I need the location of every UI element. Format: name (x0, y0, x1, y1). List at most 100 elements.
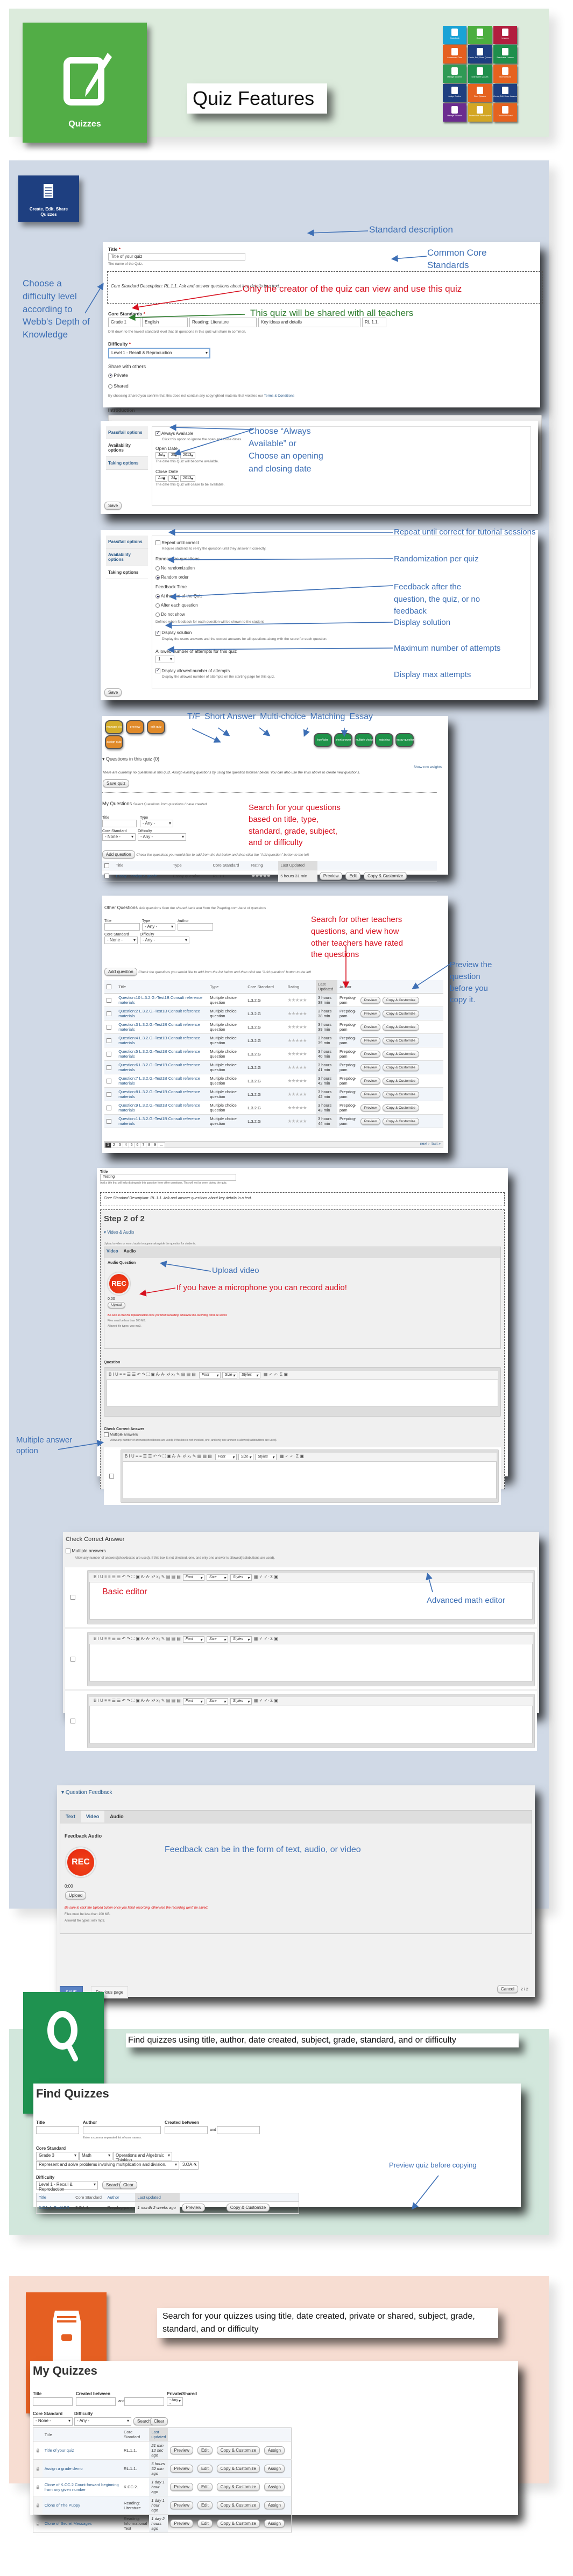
answer-editor[interactable]: B I U ≡ ≡ ☰ ☰ ↶ ↷ ⛶ ▣ A· A· x² x₂ ✎ ▤ ▤ … (87, 1694, 535, 1748)
tab-pass-fail-options[interactable]: Pass/fail options (106, 536, 148, 548)
quiz-title-link[interactable]: 3.OA.4.-Test1OR (36, 2201, 74, 2214)
answer-editor[interactable]: B I U ≡ ≡ ☰ ☰ ↶ ↷ ⛶ ▣ A· A· x² x₂ ✎ ▤ ▤ … (87, 1632, 535, 1686)
row-action-button[interactable]: Preview (319, 871, 343, 880)
editor-toolbar[interactable]: B I U ≡ ≡ ☰ ☰ ↶ ↷ ⛶ ▣ A· A· x² x₂ ✎ ▤ ▤ … (89, 1573, 533, 1582)
size-select[interactable]: Size (206, 1636, 228, 1643)
find-domain-select[interactable]: Operations and Algebraic Thinking (113, 2152, 172, 2163)
media-tab-audio[interactable]: Audio (124, 1249, 136, 1254)
record-button[interactable]: REC (108, 1272, 130, 1295)
answer-textarea[interactable] (123, 1461, 497, 1499)
row-action-button[interactable]: Assign (264, 2519, 285, 2528)
rating-stars[interactable]: ★★★★★ (285, 1007, 316, 1020)
size-select[interactable]: Size (238, 1454, 253, 1460)
styles-select[interactable]: Styles (230, 1698, 252, 1705)
column-header[interactable]: Last Updated (316, 980, 338, 994)
open-date-select[interactable]: 25 (168, 452, 179, 459)
tab-pass-fail-options[interactable]: Pass/fail options (106, 426, 148, 439)
app-grid-tile[interactable]: Lessons (493, 26, 517, 44)
tab-taking-options[interactable]: Taking options (106, 566, 148, 579)
column-header[interactable]: Rating (285, 980, 316, 994)
other-title-input[interactable] (104, 923, 140, 931)
video-audio-toggle[interactable]: ▾ Video & Audio (104, 1230, 501, 1235)
question-editor[interactable]: B I U ≡ ≡ ☰ ☰ ↶ ↷ ⛶ ▣ A· A· x² x₂ ✎ ▤ ▤ … (104, 1367, 501, 1417)
my-core-select[interactable]: - None - (33, 2417, 73, 2426)
font-select[interactable]: Font (182, 1636, 204, 1643)
question-title-link[interactable]: Question:9 L.3.2.G.-Test1B Consult refer… (116, 1101, 208, 1115)
row-action-button[interactable]: Preview (170, 2501, 193, 2509)
tab-availability-options[interactable]: Availability options (106, 548, 148, 566)
column-header[interactable]: Type (171, 861, 211, 870)
row-action-button[interactable]: Preview (170, 2465, 193, 2473)
title-input[interactable]: Title of your quiz (108, 253, 245, 261)
app-grid-tile[interactable]: Manage Students (443, 65, 466, 83)
column-header[interactable]: Last Updated (278, 861, 317, 870)
rating-stars[interactable]: ★★★★★ (285, 993, 316, 1007)
my-title-input[interactable] (33, 2397, 73, 2406)
size-select[interactable]: Size (206, 1574, 228, 1581)
row-checkbox[interactable] (107, 1011, 111, 1016)
core-standard-select[interactable]: Reading: Literature (189, 318, 257, 327)
row-checkbox[interactable] (107, 1105, 111, 1110)
create-quizzes-tile[interactable]: Create, Edit, Share Quizzes (18, 175, 79, 222)
cancel-button[interactable]: Cancel (497, 1985, 518, 1993)
close-date-select[interactable]: Aug (155, 475, 167, 482)
other-core-select[interactable]: - None - (104, 937, 138, 944)
font-select[interactable]: Font (215, 1454, 237, 1460)
app-grid-tile[interactable]: Store Lessons (493, 65, 517, 83)
availability-save-button[interactable]: Save (104, 502, 122, 510)
row-checkbox[interactable] (107, 1038, 111, 1043)
find-author-input[interactable] (83, 2126, 161, 2134)
open-date-select[interactable]: Jul (155, 452, 167, 459)
column-header[interactable]: Core Standard (245, 980, 286, 994)
size-select[interactable]: Size (222, 1372, 237, 1378)
find-cluster-select[interactable]: Represent and solve problems involving m… (36, 2161, 179, 2170)
editor-toolbar[interactable]: B I U ≡ ≡ ☰ ☰ ↶ ↷ ⛶ ▣ A· A· x² x₂ ✎ ▤ ▤ … (89, 1635, 533, 1644)
question-title-link[interactable]: Question:7 L.3.2.G.-Test1B Consult refer… (116, 1074, 208, 1088)
my-created-from-input[interactable] (76, 2397, 116, 2406)
find-difficulty-select[interactable]: Level 1 - Recall & Reproduction (36, 2181, 98, 2192)
media-tab-video[interactable]: Video (107, 1249, 118, 1254)
quiz-title-link[interactable]: Assign a grade demo (42, 2459, 122, 2478)
rating-stars[interactable]: ★★★★★ (285, 1020, 316, 1034)
row-action-button[interactable]: Copy & Customize (364, 871, 407, 880)
question-type-button[interactable]: short answer (334, 733, 352, 747)
font-select[interactable]: Font (182, 1698, 204, 1705)
math-tools[interactable]: ▦ ✓ ✓· Σ ▣ (280, 1454, 304, 1459)
column-header[interactable]: Title (114, 861, 171, 870)
show-row-weights-link[interactable]: Show row weights (414, 765, 442, 769)
share-radio-shared[interactable] (108, 384, 112, 389)
core-standard-select[interactable]: Grade 1 (108, 318, 140, 327)
row-action-button[interactable]: Preview (360, 1010, 381, 1017)
row-action-button[interactable]: Copy & Customize (383, 1104, 419, 1111)
row-checkbox[interactable] (107, 997, 111, 1003)
tab-availability-options[interactable]: Availability options (106, 439, 148, 457)
row-action-button[interactable]: Copy & Customize (383, 996, 419, 1004)
select-all-checkbox[interactable] (104, 863, 109, 868)
column-header[interactable]: Core Standard (73, 2193, 105, 2202)
question-title-link[interactable]: Question:3 L.3.2.G.-Test1B Consult refer… (116, 1020, 208, 1034)
row-checkbox[interactable] (107, 1118, 111, 1124)
row-action-button[interactable]: Assign (264, 2465, 285, 2473)
my-created-to-input[interactable] (124, 2397, 164, 2406)
row-action-button[interactable]: Edit (345, 871, 361, 880)
row-action-button[interactable]: Preview (360, 1023, 381, 1031)
app-grid-tile[interactable]: Create, Edit, Share Lessons (493, 84, 517, 102)
question-title-link[interactable]: Question:4 L.3.2.G.-Test1B Consult refer… (116, 1033, 208, 1047)
rating-stars[interactable]: ★★★★★ (285, 1101, 316, 1115)
formatting-buttons[interactable]: B I U ≡ ≡ ☰ ☰ ↶ ↷ ⛶ ▣ A· A· x² x₂ ✎ ▤ ▤ … (94, 1574, 181, 1579)
feedback-record-button[interactable]: REC (66, 1847, 96, 1877)
row-action-button[interactable]: Preview (360, 1064, 381, 1071)
app-grid-tile[interactable]: Searchable Lessons (493, 45, 517, 64)
open-date-select[interactable]: 2013 (180, 452, 195, 459)
font-select[interactable]: Font (182, 1574, 204, 1581)
quiz-action-button[interactable]: manage q's (105, 720, 123, 734)
taking-save-button[interactable]: Save (104, 688, 122, 696)
row-action-button[interactable]: Preview (360, 996, 381, 1004)
find-standard-select[interactable]: 3.OA.4. (180, 2161, 199, 2170)
row-action-button[interactable]: Preview (170, 2483, 193, 2491)
save-quiz-button[interactable]: Save quiz (103, 779, 130, 787)
core-standard-select[interactable]: RL.1.1. (362, 318, 386, 327)
row-action-button[interactable]: Preview (360, 1077, 381, 1085)
editor-toolbar[interactable]: B I U ≡ ≡ ☰ ☰ ↶ ↷ ⛶ ▣ A· A· x² x₂ ✎ ▤ ▤ … (123, 1453, 497, 1461)
upload-button[interactable]: Upload (108, 1302, 126, 1308)
